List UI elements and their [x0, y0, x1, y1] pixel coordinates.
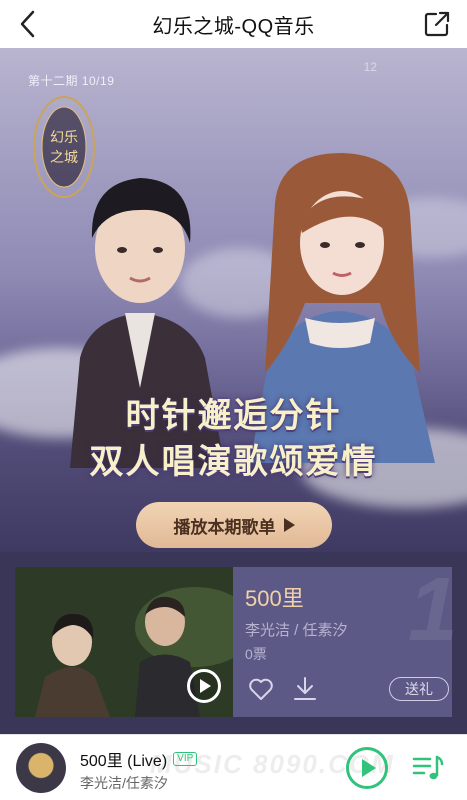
vip-badge: VIP — [173, 752, 198, 766]
song-cover-image[interactable] — [15, 567, 233, 717]
back-button[interactable] — [14, 10, 42, 38]
hero-banner[interactable]: 第十二期 10/19 12 幻乐 之城 时针邂逅分针 双人唱演歌颂爱情 播放本期… — [0, 48, 467, 552]
player-title-text: 500里 (Live) — [80, 753, 168, 770]
play-issue-playlist-label: 播放本期歌单 — [173, 517, 276, 537]
chevron-left-icon — [20, 10, 35, 38]
download-icon[interactable] — [291, 675, 319, 703]
issue-label: 第十二期 10/19 — [28, 74, 115, 88]
share-button[interactable] — [423, 10, 451, 38]
page-title: 幻乐之城-QQ音乐 — [152, 15, 315, 38]
play-triangle-icon — [283, 518, 295, 532]
gift-button[interactable]: 送礼 — [389, 677, 449, 701]
player-album-art[interactable] — [16, 743, 66, 793]
rank-number: 1 — [407, 560, 458, 660]
share-external-icon — [424, 11, 450, 37]
player-play-button[interactable] — [346, 747, 388, 789]
song-info: 1 500里 李光洁 / 任素汐 0票 送礼 — [233, 560, 458, 717]
play-video-button[interactable] — [187, 669, 221, 703]
top-nav-bar: 幻乐之城-QQ音乐 — [0, 0, 467, 48]
issue-count: 12 — [363, 60, 377, 74]
heart-icon[interactable] — [247, 675, 275, 703]
player-artist: 李光洁/任素汐 — [80, 775, 168, 791]
playlist-icon[interactable] — [412, 753, 444, 783]
song-card[interactable]: 1 500里 李光洁 / 任素汐 0票 送礼 — [15, 560, 458, 717]
play-issue-playlist-button[interactable]: 播放本期歌单 — [136, 502, 332, 548]
player-song-title[interactable]: 500里 (Live) VIP — [80, 747, 198, 771]
mini-player-bar[interactable]: MUSIC 8090.COM 500里 (Live) VIP 李光洁/任素汐 — [0, 734, 467, 800]
hero-headline-2: 双人唱演歌颂爱情 — [89, 443, 378, 481]
play-circle-icon — [200, 679, 211, 693]
song-actions: 送礼 — [247, 675, 449, 703]
play-icon — [362, 759, 376, 777]
hero-headline-1: 时针邂逅分针 — [125, 397, 342, 435]
